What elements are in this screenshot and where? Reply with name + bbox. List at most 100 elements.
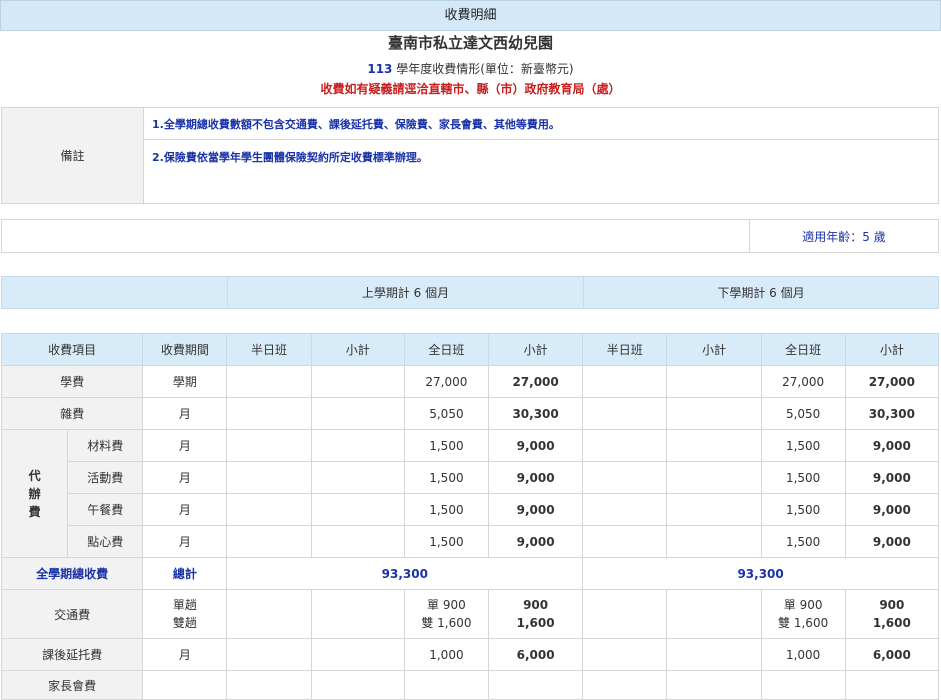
fee-name: 課後延托費 <box>0 638 144 671</box>
cell-empty <box>310 525 405 558</box>
fee-period: 月 <box>142 493 228 526</box>
fee-period: 月 <box>142 397 228 430</box>
cell-empty <box>844 670 940 700</box>
cell-empty <box>226 461 312 494</box>
fee-period: 月 <box>142 638 228 671</box>
s1-full: 單 900 雙 1,600 <box>403 589 490 639</box>
cell-empty <box>666 670 762 700</box>
fee-name: 交通費 <box>0 589 144 639</box>
table-row-aftercare: 課後延托費 月 1,000 6,000 1,000 6,000 <box>0 638 940 671</box>
s1-full-single: 單 900 <box>427 598 466 612</box>
s1-subtotal: 9,000 <box>487 493 584 526</box>
note-item-1: 1.全學期總收費數額不包含交通費、課後延托費、保險費、家長會費、其他等費用。 <box>143 107 939 140</box>
school-year: 113 <box>367 62 393 76</box>
cell-empty <box>226 525 312 558</box>
agency-char: 費 <box>28 504 41 519</box>
s2-full: 1,500 <box>760 429 846 462</box>
s1-subtotal: 900 1,600 <box>487 589 584 639</box>
col-period: 收費期間 <box>142 333 228 366</box>
fee-period: 月 <box>142 461 228 494</box>
cell-empty <box>666 638 762 671</box>
s2-full: 1,500 <box>760 493 846 526</box>
s1-subtotal: 9,000 <box>487 429 584 462</box>
cell-empty <box>582 638 668 671</box>
fee-header-row: 收費項目 收費期間 半日班 小計 全日班 小計 半日班 小計 全日班 小計 <box>0 333 940 366</box>
fee-name: 點心費 <box>67 525 144 558</box>
note-item-2: 2.保險費依當學年學生團體保險契約所定收費標準辦理。 <box>143 139 939 204</box>
semester-header-table: 上學期計 6 個月 下學期計 6 個月 <box>1 276 939 309</box>
col-s1-full: 全日班 <box>403 333 490 366</box>
cell-empty <box>666 429 762 462</box>
col-fee-item: 收費項目 <box>0 333 144 366</box>
fee-name: 材料費 <box>67 429 144 462</box>
cell-empty <box>226 493 312 526</box>
col-s2-half-sub: 小計 <box>666 333 762 366</box>
cell-empty <box>666 461 762 494</box>
s1-sub-single: 900 <box>523 598 549 612</box>
semester-first: 上學期計 6 個月 <box>227 276 584 309</box>
s1-subtotal: 9,000 <box>487 461 584 494</box>
s2-subtotal: 27,000 <box>844 365 940 398</box>
s2-sub-single: 900 <box>879 598 905 612</box>
s1-full: 1,500 <box>403 461 490 494</box>
cell-empty <box>666 589 762 639</box>
table-row-misc: 雜費 月 5,050 30,300 5,050 30,300 <box>0 397 940 430</box>
cell-empty <box>582 525 668 558</box>
cell-empty <box>310 493 405 526</box>
fee-name: 雜費 <box>0 397 144 430</box>
s1-subtotal: 27,000 <box>487 365 584 398</box>
s2-subtotal: 6,000 <box>844 638 940 671</box>
s1-full: 1,500 <box>403 429 490 462</box>
s1-full: 5,050 <box>403 397 490 430</box>
cell-empty <box>310 429 405 462</box>
s1-full: 1,500 <box>403 525 490 558</box>
semester-spacer <box>1 276 228 309</box>
s2-full-double: 雙 1,600 <box>778 616 829 630</box>
col-s2-full: 全日班 <box>760 333 846 366</box>
s1-full: 27,000 <box>403 365 490 398</box>
table-row-tuition: 學費 學期 27,000 27,000 27,000 27,000 <box>0 365 940 398</box>
cell-empty <box>582 429 668 462</box>
cell-empty <box>582 493 668 526</box>
s1-full: 1,000 <box>403 638 490 671</box>
col-s2-full-sub: 小計 <box>844 333 940 366</box>
fee-name: 家長會費 <box>0 670 144 700</box>
fee-period: 單趟 雙趟 <box>142 589 228 639</box>
table-row-transport: 交通費 單趟 雙趟 單 900 雙 1,600 900 1,600 單 900 … <box>0 589 940 639</box>
cell-empty <box>310 461 405 494</box>
s1-subtotal: 9,000 <box>487 525 584 558</box>
s1-subtotal: 30,300 <box>487 397 584 430</box>
year-line: 113 學年度收費情形(單位：新臺幣元) <box>0 60 941 77</box>
s1-full-double: 雙 1,600 <box>421 616 472 630</box>
cell-empty <box>226 589 312 639</box>
cell-empty <box>582 397 668 430</box>
cell-empty <box>142 670 228 700</box>
table-row-total: 全學期總收費 總計 93,300 93,300 <box>0 557 939 590</box>
cell-empty <box>666 525 762 558</box>
table-row-lunch: 午餐費 月 1,500 9,000 1,500 9,000 <box>2 493 940 526</box>
cell-empty <box>487 670 584 700</box>
agency-char: 辦 <box>28 486 41 501</box>
cell-empty <box>666 493 762 526</box>
cell-empty <box>666 365 762 398</box>
s2-full-single: 單 900 <box>783 598 823 612</box>
age-table: 適用年齡：5 歲 <box>1 219 939 253</box>
s1-full: 1,500 <box>403 493 490 526</box>
s2-subtotal: 900 1,600 <box>844 589 940 639</box>
col-s2-half: 半日班 <box>582 333 668 366</box>
cell-empty <box>226 365 312 398</box>
cell-empty <box>226 638 312 671</box>
cell-empty <box>226 397 312 430</box>
fee-period: 月 <box>142 525 228 558</box>
table-row-material: 代 辦 費 材料費 月 1,500 9,000 1,500 9,000 <box>0 429 940 558</box>
fee-period: 學期 <box>142 365 228 398</box>
period-double: 雙趟 <box>172 616 197 630</box>
s1-subtotal: 6,000 <box>487 638 584 671</box>
s2-sub-double: 1,600 <box>872 616 911 630</box>
agency-char: 代 <box>28 468 41 483</box>
fee-name: 學費 <box>0 365 144 398</box>
cell-empty <box>310 589 405 639</box>
cell-empty <box>582 461 668 494</box>
s2-full: 單 900 雙 1,600 <box>760 589 846 639</box>
notes-label: 備註 <box>1 107 144 204</box>
